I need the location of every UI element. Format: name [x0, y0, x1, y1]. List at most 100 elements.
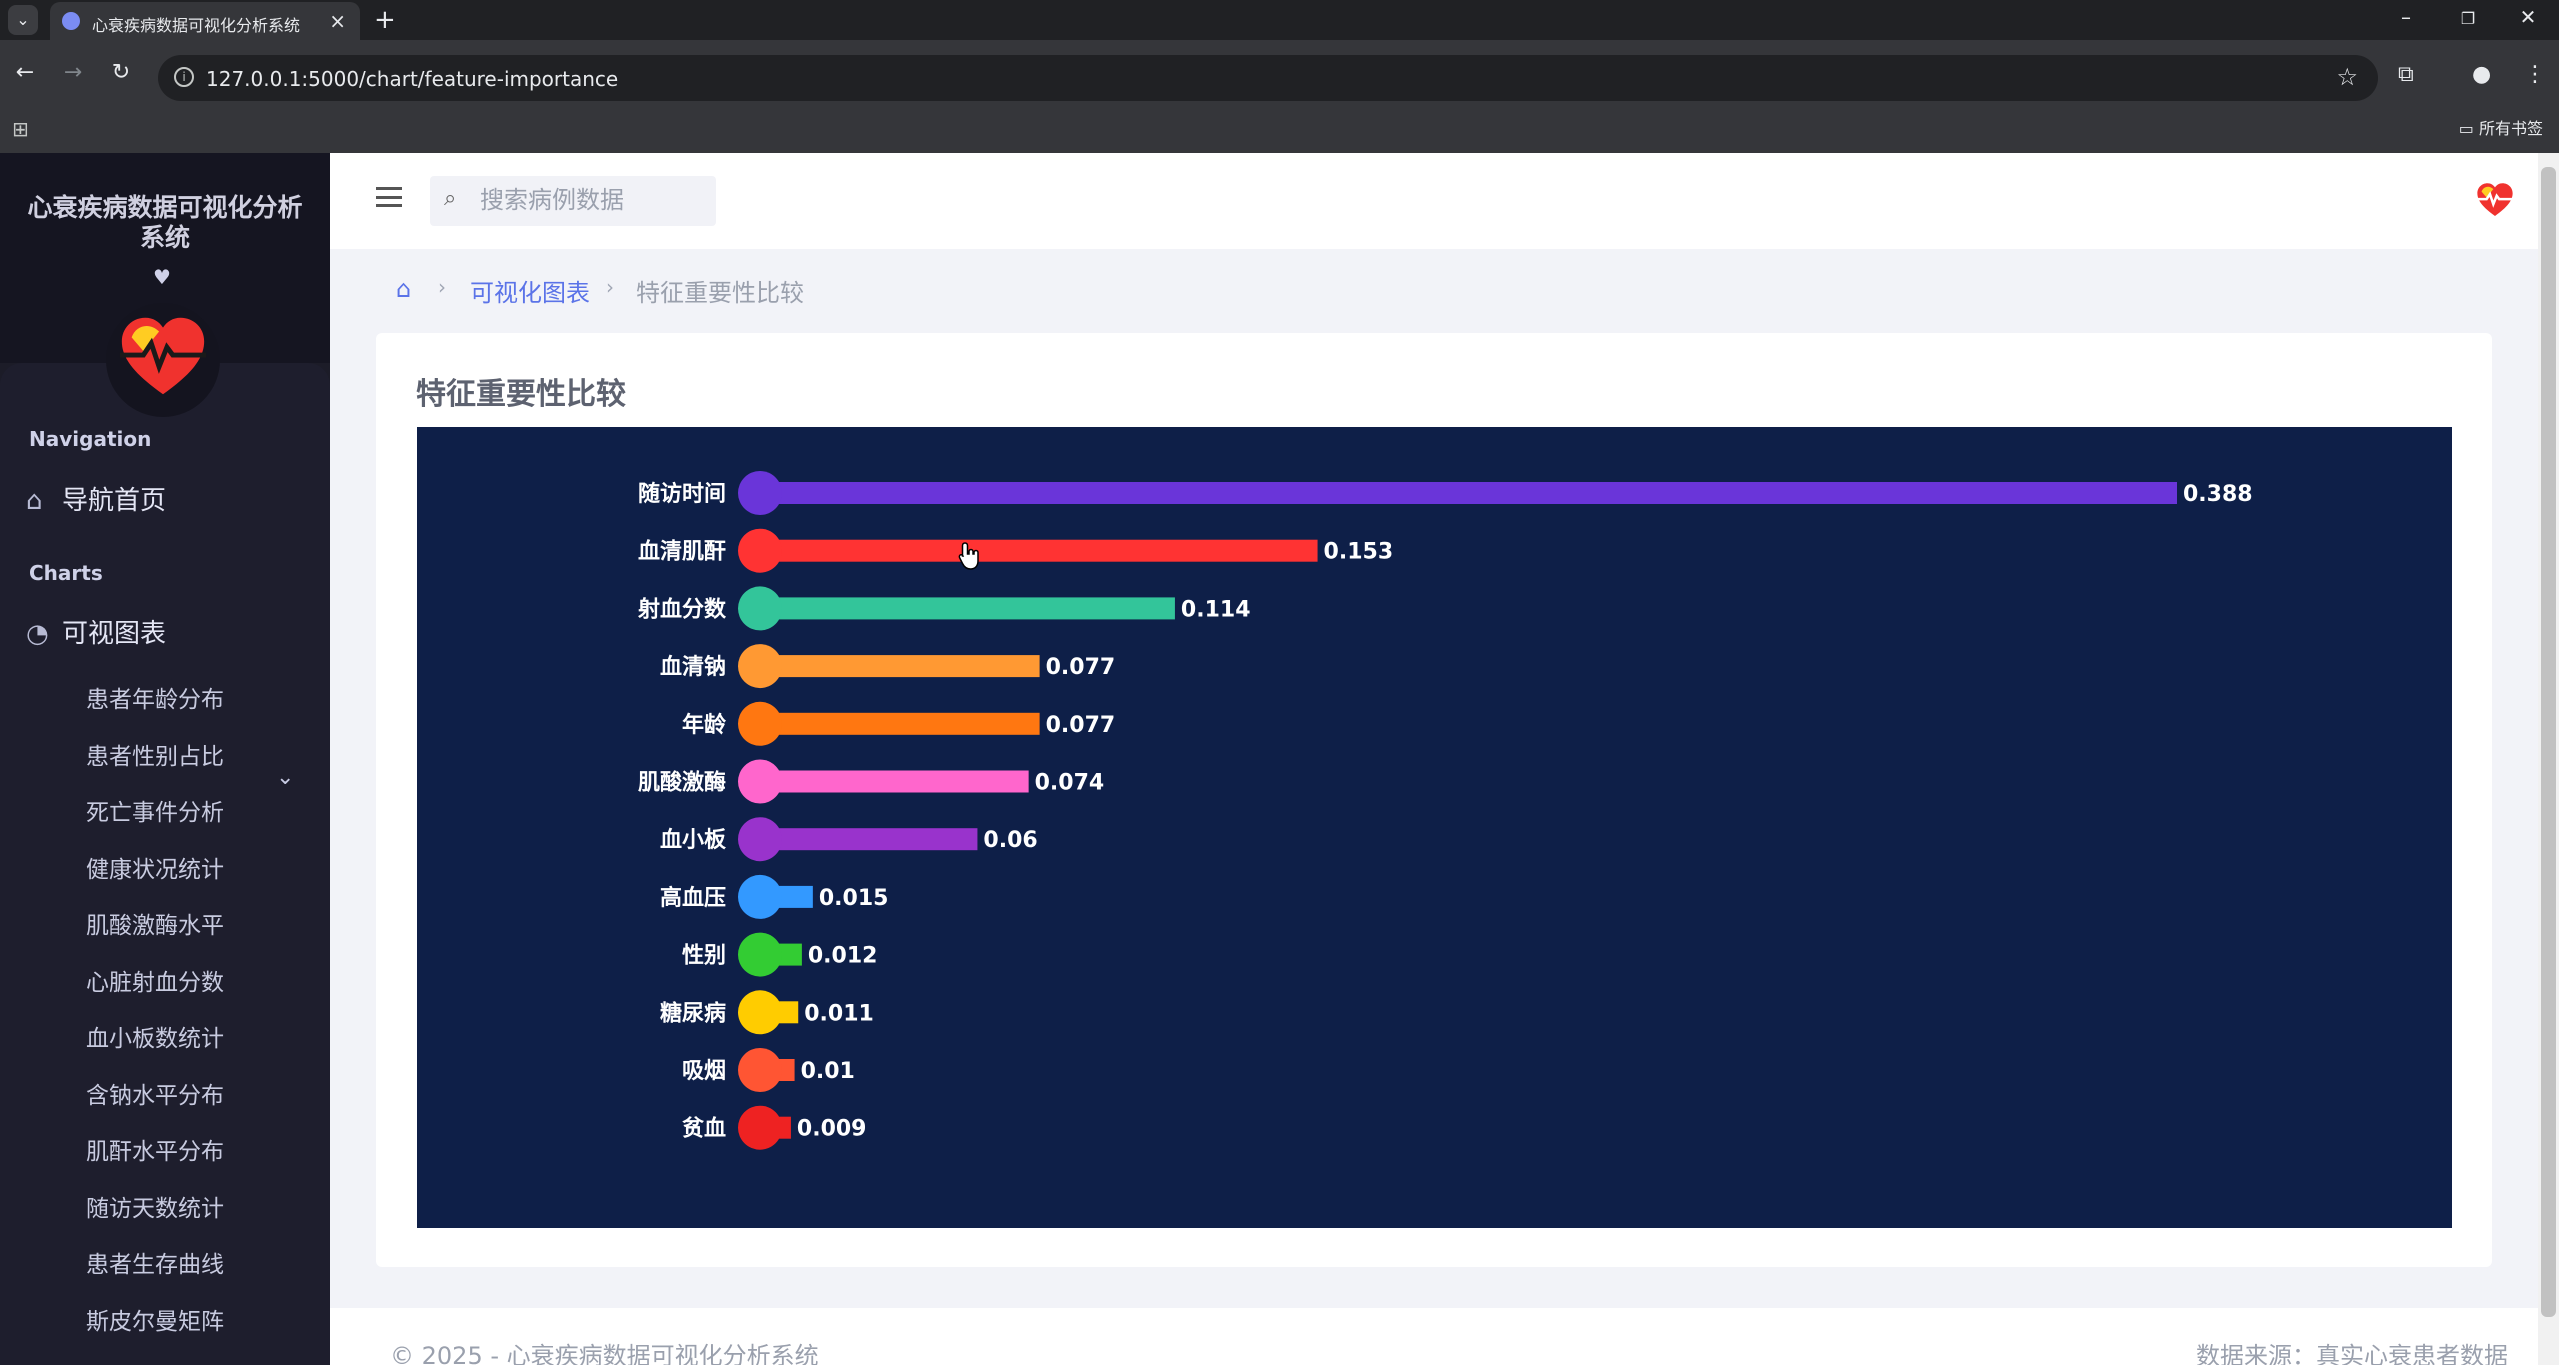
sidebar-item-sodium[interactable]: 含钠水平分布 [86, 1076, 224, 1110]
bar-value-label: 0.114 [1181, 597, 1251, 622]
bar-start-dot[interactable] [738, 874, 782, 919]
bar[interactable] [758, 828, 978, 851]
bar-category-label: 年龄 [682, 712, 727, 738]
search-box[interactable]: ⌕ [430, 176, 716, 226]
bar-category-label: 血清肌酐 [638, 539, 726, 565]
sidebar-item-ejection[interactable]: 心脏射血分数 [86, 963, 224, 997]
scrollbar-thumb[interactable] [2541, 167, 2556, 1317]
all-bookmarks[interactable]: ▭ 所有书签 [2459, 115, 2543, 139]
hand-cursor-icon [958, 542, 979, 570]
window-close-icon[interactable]: ✕ [2508, 5, 2548, 29]
extensions-icon[interactable]: ⧉ [2398, 62, 2414, 87]
reload-icon[interactable]: ↻ [106, 60, 136, 85]
bar-start-dot[interactable] [738, 817, 782, 862]
sidebar-item-health[interactable]: 健康状况统计 [86, 850, 224, 884]
chevron-right-icon: › [606, 275, 614, 299]
nav-charts[interactable]: ◔ 可视图表 [26, 613, 166, 650]
apps-grid-icon[interactable]: ⊞ [12, 117, 29, 141]
sidebar-item-followup[interactable]: 随访天数统计 [86, 1189, 224, 1223]
bar-start-dot[interactable] [738, 932, 782, 977]
bar-value-label: 0.06 [983, 828, 1037, 853]
bar-value-label: 0.074 [1035, 771, 1105, 796]
page-scrollbar[interactable] [2538, 153, 2559, 1365]
bar[interactable] [758, 655, 1040, 678]
section-charts: Charts [29, 561, 103, 585]
breadcrumb-current: 特征重要性比较 [636, 279, 804, 307]
tab-search-chevron-icon[interactable]: ⌄ [8, 5, 38, 35]
bar[interactable] [758, 712, 1040, 735]
bar-value-label: 0.388 [2183, 482, 2253, 507]
bar-start-dot[interactable] [738, 1105, 782, 1150]
bar-value-label: 0.015 [819, 886, 889, 911]
address-bar[interactable]: i 127.0.0.1:5000/chart/feature-importanc… [158, 55, 2378, 101]
sidebar-item-cpk[interactable]: 肌酸激酶水平 [86, 906, 224, 940]
bar[interactable] [758, 539, 1318, 562]
bar-category-label: 随访时间 [638, 481, 726, 507]
bar[interactable] [758, 597, 1175, 620]
sidebar-item-survival[interactable]: 患者生存曲线 [86, 1245, 224, 1279]
bar-category-label: 性别 [682, 944, 726, 969]
bar-value-label: 0.01 [801, 1059, 855, 1084]
nav-home[interactable]: ⌂ 导航首页 [26, 480, 166, 517]
new-tab-icon[interactable]: + [374, 5, 396, 35]
bar-category-label: 血小板 [660, 827, 727, 853]
sidebar-item-age[interactable]: 患者年龄分布 [86, 680, 224, 714]
bar-start-dot[interactable] [738, 1048, 782, 1092]
sidebar-item-death[interactable]: 死亡事件分析 [86, 793, 224, 827]
url-text[interactable]: 127.0.0.1:5000/chart/feature-importance [206, 67, 618, 91]
search-icon: ⌕ [444, 186, 457, 211]
back-icon[interactable]: ← [10, 60, 40, 85]
browser-tab[interactable]: 心衰疾病数据可视化分析系统 × [50, 2, 360, 40]
breadcrumb-link[interactable]: 可视化图表 [470, 273, 590, 308]
bar-start-dot[interactable] [738, 471, 782, 515]
chevron-down-icon[interactable]: ⌄ [276, 765, 294, 790]
bar-category-label: 高血压 [660, 885, 726, 911]
sidebar-item-creatinine[interactable]: 肌酐水平分布 [86, 1132, 224, 1166]
bar-start-dot[interactable] [738, 528, 782, 573]
home-icon[interactable]: ⌂ [396, 275, 411, 303]
chevron-right-icon: › [438, 275, 446, 299]
chart-svg: 随访时间 0.388 血清肌酐 0.153 射血分数 0.114 血清钠 0.077 年龄 0.0… [637, 471, 2253, 1150]
heart-icon: ♥ [153, 265, 171, 289]
bar[interactable] [758, 770, 1029, 793]
bar-value-label: 0.153 [1324, 540, 1394, 565]
bar-category-label: 贫血 [682, 1116, 726, 1142]
site-info-icon[interactable]: i [174, 67, 194, 87]
heart-logo-icon [119, 317, 207, 395]
bar-start-dot[interactable] [738, 759, 782, 804]
menu-kebab-icon[interactable]: ⋮ [2524, 62, 2546, 87]
nav-charts-label: 可视图表 [62, 619, 167, 649]
footer: © 2025 - 心衰疾病数据可视化分析系统 数据来源：真实心衰患者数据 [330, 1308, 2538, 1365]
brand-title: 心衰疾病数据可视化分析系统 [27, 193, 303, 252]
home-icon: ⌂ [26, 486, 43, 516]
sidebar-item-gender[interactable]: 患者性别占比 [86, 737, 224, 771]
bar[interactable] [758, 482, 2177, 504]
bar-start-dot[interactable] [738, 644, 782, 689]
browser-toolbar: ← → ↻ i 127.0.0.1:5000/chart/feature-imp… [0, 40, 2559, 153]
bar-value-label: 0.012 [808, 944, 878, 969]
header-heart-logo-icon[interactable] [2474, 179, 2516, 221]
search-input[interactable] [480, 186, 705, 214]
bar-category-label: 血清钠 [660, 654, 726, 680]
bar-category-label: 吸烟 [682, 1059, 726, 1084]
bar-start-dot[interactable] [738, 990, 782, 1035]
bar-start-dot[interactable] [738, 701, 782, 746]
bar-value-label: 0.009 [797, 1117, 867, 1142]
tab-title: 心衰疾病数据可视化分析系统 [92, 16, 301, 35]
bar-category-label: 肌酸激酶 [638, 770, 726, 796]
nav-home-label: 导航首页 [62, 486, 167, 516]
bar-value-label: 0.011 [804, 1001, 874, 1026]
pie-chart-icon: ◔ [26, 619, 49, 649]
bar-start-dot[interactable] [738, 586, 782, 631]
minimize-icon[interactable]: – [2386, 5, 2426, 29]
restore-icon[interactable]: ❐ [2448, 9, 2488, 28]
forward-icon[interactable]: → [58, 60, 88, 85]
hamburger-menu-icon[interactable] [376, 187, 402, 207]
tab-close-icon[interactable]: × [329, 9, 346, 33]
top-header: ⌕ [330, 153, 2538, 249]
sidebar-item-spearman[interactable]: 斯皮尔曼矩阵 [86, 1302, 224, 1336]
chart-card: 特征重要性比较 随访时间 0.388 血清肌酐 0.153 射血分数 0.114 血清钠 0.… [376, 333, 2492, 1267]
sidebar-item-platelets[interactable]: 血小板数统计 [86, 1019, 224, 1053]
bookmark-star-icon[interactable]: ☆ [2336, 63, 2358, 91]
profile-icon[interactable]: ● [2472, 62, 2491, 87]
